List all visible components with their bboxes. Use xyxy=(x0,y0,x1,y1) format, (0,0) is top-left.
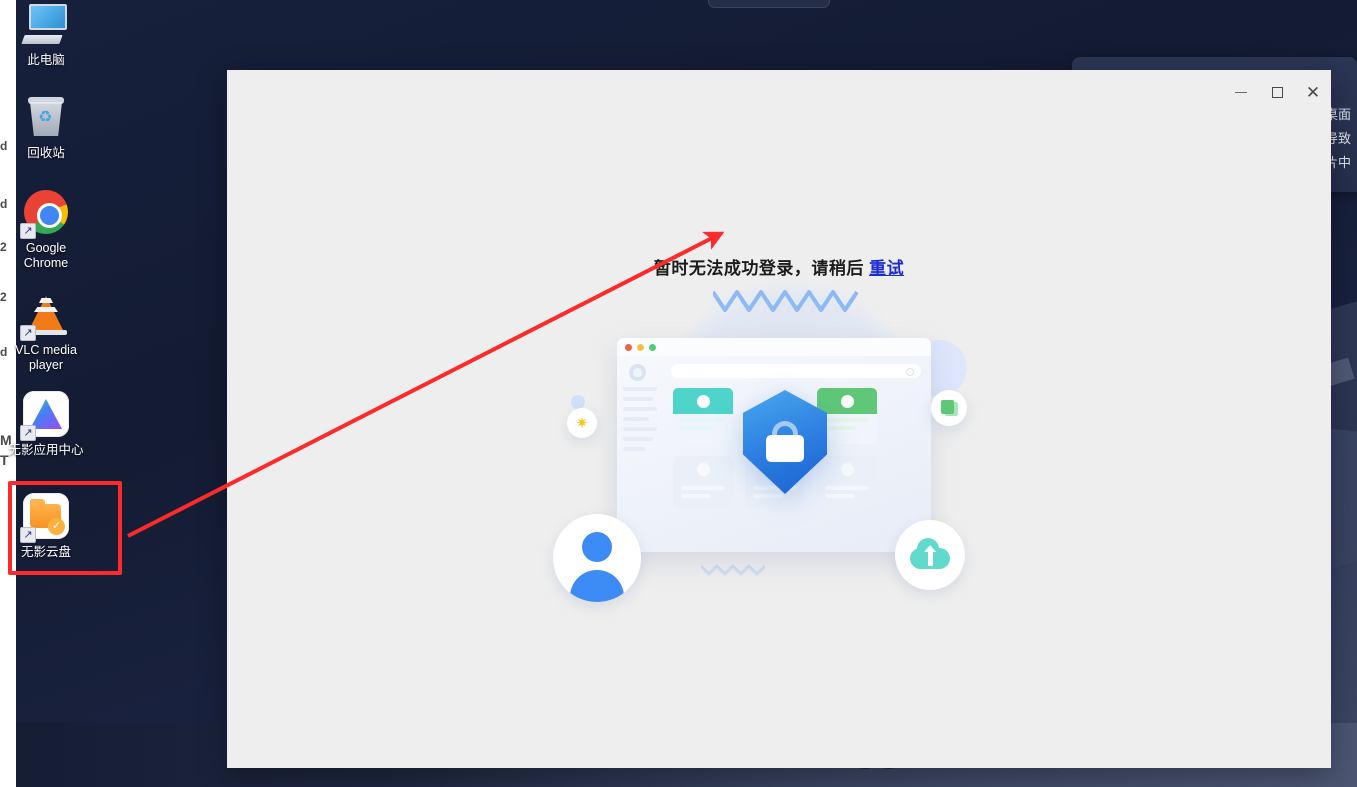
close-button[interactable]: ✕ xyxy=(1295,70,1331,114)
shortcut-arrow-icon: ↗ xyxy=(20,325,36,341)
cloud-upload-badge-icon xyxy=(895,520,965,590)
desktop-icon-label: 此电脑 xyxy=(27,53,65,67)
browser-dot-red xyxy=(625,343,632,351)
browser-titlebar xyxy=(617,338,931,356)
gear-badge-icon: ✷ xyxy=(567,408,597,438)
illustration-zigzag-small-icon xyxy=(701,564,765,576)
this-pc-icon xyxy=(21,0,70,48)
wuying-cloud-disk-icon: ✓ ↗ xyxy=(20,492,70,543)
desktop-icon-label: Google Chrome xyxy=(23,241,69,270)
browser-avatar-icon xyxy=(629,364,646,381)
google-chrome-icon: ↗ xyxy=(20,188,70,239)
browser-card xyxy=(673,456,733,508)
user-avatar-badge-icon xyxy=(553,514,641,602)
browser-dot-yellow xyxy=(637,343,644,351)
desktop-screen: Alibaba Cloud 起桌面 会导致 卡片中 d d 2 2 d M T … xyxy=(0,0,1357,787)
browser-dot-green xyxy=(649,343,656,351)
login-error-dialog: ✕ 暂时无法成功登录，请稍后 重试 ✷ xyxy=(227,70,1331,768)
wuying-app-center-icon: ↗ xyxy=(20,390,70,441)
desktop-icon-vlc-media-player[interactable]: ↗ VLC media player xyxy=(5,290,87,373)
maximize-icon xyxy=(1271,86,1283,98)
recycle-bin-icon: ♻ xyxy=(22,93,70,141)
browser-card xyxy=(673,388,733,444)
desktop-icon-google-chrome[interactable]: ↗ Google Chrome xyxy=(5,188,87,271)
minimize-button[interactable] xyxy=(1223,70,1259,114)
background-window-chip xyxy=(708,0,830,8)
desktop-icon-label: 无影应用中心 xyxy=(8,443,84,457)
desktop-icon-label: 回收站 xyxy=(27,146,65,160)
shortcut-arrow-icon: ↗ xyxy=(20,223,36,239)
login-illustration: ✷ xyxy=(553,262,1013,662)
gear-icon: ✷ xyxy=(575,414,589,432)
illustration-dot xyxy=(571,395,585,409)
desktop-icon-this-pc[interactable]: 此电脑 xyxy=(5,0,87,68)
desktop-icon-recycle-bin[interactable]: ♻ 回收站 xyxy=(5,93,87,161)
vlc-media-player-icon: ↗ xyxy=(20,290,70,341)
maximize-button[interactable] xyxy=(1259,70,1295,114)
security-shield-lock-icon xyxy=(743,390,827,494)
close-icon: ✕ xyxy=(1305,82,1321,102)
desktop-icon-label: VLC media player xyxy=(15,343,77,372)
document-badge-icon xyxy=(931,390,967,426)
desktop-icon-label: 无影云盘 xyxy=(20,545,71,559)
minimize-icon xyxy=(1235,91,1247,93)
desktop-icon-wuying-app-center[interactable]: ↗ 无影应用中心 xyxy=(5,390,87,458)
illustration-zigzag-icon xyxy=(713,290,859,312)
shortcut-arrow-icon: ↗ xyxy=(20,527,36,543)
browser-search-bar xyxy=(671,364,921,378)
shortcut-arrow-icon: ↗ xyxy=(20,425,36,441)
dialog-titlebar: ✕ xyxy=(1223,70,1331,114)
check-icon: ✓ xyxy=(48,518,65,535)
desktop-icon-wuying-cloud-disk[interactable]: ✓ ↗ 无影云盘 xyxy=(5,492,87,560)
